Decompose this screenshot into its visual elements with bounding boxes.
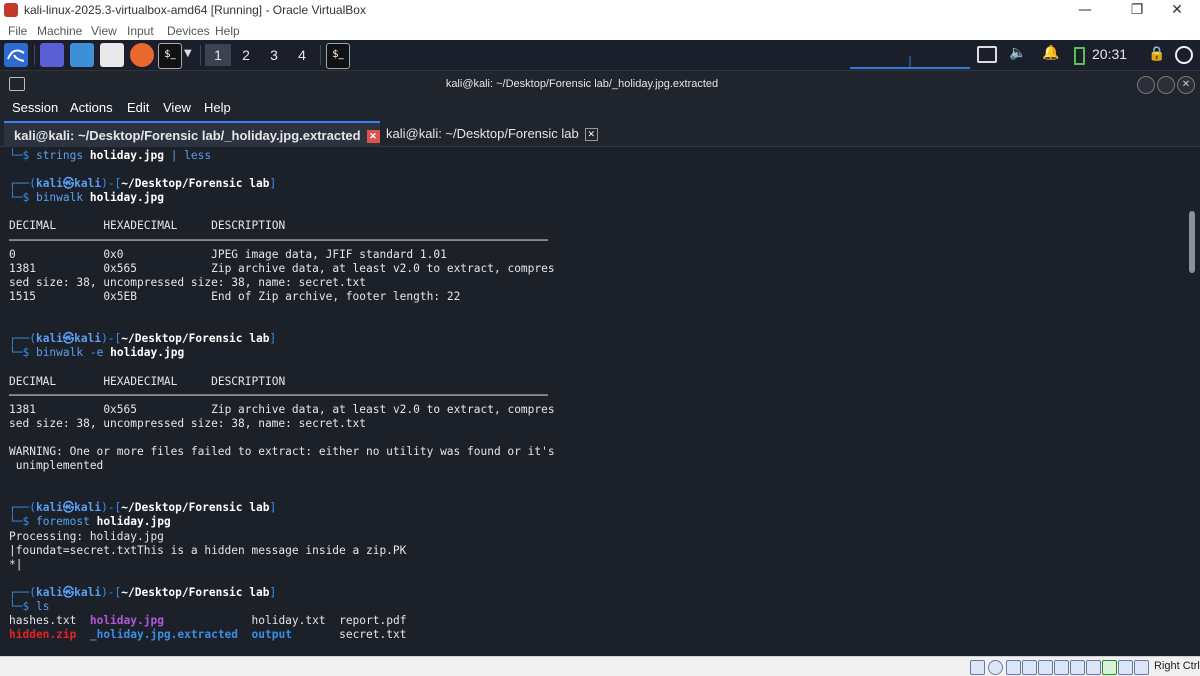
terminal-output[interactable]: └─$ strings holiday.jpg | less ┌──(kali㉿… [0, 147, 1186, 656]
workspace-2[interactable]: 2 [233, 44, 259, 66]
tab-label: kali@kali: ~/Desktop/Forensic lab/_holid… [14, 128, 361, 143]
display-icon[interactable] [977, 46, 997, 63]
display-status-icon[interactable] [1070, 660, 1085, 675]
menu-session[interactable]: Session [12, 100, 58, 115]
hard-disk-icon[interactable] [970, 660, 985, 675]
recording-icon[interactable] [1086, 660, 1101, 675]
terminal-menu-bar: Session Actions Edit View Help [0, 97, 1200, 119]
host-menu-machine[interactable]: Machine [37, 24, 82, 38]
workspace-4[interactable]: 4 [289, 44, 315, 66]
kali-menu-icon[interactable] [4, 43, 28, 67]
terminal-maximize-icon[interactable] [1157, 76, 1175, 94]
network-icon[interactable] [1022, 660, 1037, 675]
host-status-bar: Right Ctrl [0, 656, 1200, 676]
menu-view[interactable]: View [163, 100, 191, 115]
power-icon[interactable] [1175, 46, 1193, 64]
workspace-3[interactable]: 3 [261, 44, 287, 66]
tab-forensic-lab[interactable]: kali@kali: ~/Desktop/Forensic lab ✕ [376, 121, 622, 146]
desktop-panel: $_ ▼ 1 2 3 4 $_ 🔈 🔔 20:31 🔒 [0, 40, 1200, 71]
menu-help[interactable]: Help [204, 100, 231, 115]
notification-bell-icon[interactable]: 🔔 [1042, 45, 1059, 61]
optical-drive-icon[interactable] [988, 660, 1003, 675]
host-menu-input[interactable]: Input [127, 24, 154, 38]
file-manager-icon[interactable] [70, 43, 94, 67]
chevron-down-icon[interactable]: ▼ [184, 48, 192, 59]
desktop-icon[interactable] [40, 43, 64, 67]
host-key-label: Right Ctrl [1154, 660, 1200, 672]
tab-close-icon[interactable]: ✕ [584, 128, 598, 142]
terminal-tab-bar: kali@kali: ~/Desktop/Forensic lab/_holid… [0, 119, 1200, 148]
cpu-graph-icon [850, 56, 970, 69]
host-menu-file[interactable]: File [8, 24, 27, 38]
terminal-close-icon[interactable]: ✕ [1177, 76, 1195, 94]
firefox-icon[interactable] [130, 43, 154, 67]
terminal-window-title: kali@kali: ~/Desktop/Forensic lab/_holid… [445, 78, 719, 90]
scrollbar-thumb[interactable] [1189, 211, 1195, 273]
workspace-1[interactable]: 1 [205, 44, 231, 66]
host-menu-view[interactable]: View [91, 24, 117, 38]
host-menu-bar: File Machine View Input Devices Help [0, 22, 1200, 40]
clock[interactable]: 20:31 [1092, 46, 1127, 62]
host-window-title: kali-linux-2025.3-virtualbox-amd64 [Runn… [24, 3, 366, 17]
lock-icon[interactable]: 🔒 [1148, 46, 1165, 62]
host-menu-devices[interactable]: Devices [167, 24, 210, 38]
host-title-bar: kali-linux-2025.3-virtualbox-amd64 [Runn… [0, 0, 1200, 22]
cpu-activity-icon[interactable] [1102, 660, 1117, 675]
terminal-scrollbar[interactable] [1186, 147, 1200, 656]
shared-folders-icon[interactable] [1054, 660, 1069, 675]
mouse-integration-icon[interactable] [1118, 660, 1133, 675]
terminal-taskbar-icon[interactable]: $_ [326, 43, 350, 69]
terminal-title-bar: kali@kali: ~/Desktop/Forensic lab/_holid… [0, 71, 1200, 97]
host-menu-help[interactable]: Help [215, 24, 240, 38]
usb-icon[interactable] [1038, 660, 1053, 675]
battery-icon[interactable] [1074, 47, 1085, 65]
minimize-icon[interactable]: — [1062, 0, 1108, 22]
terminal-minimize-icon[interactable] [1137, 76, 1155, 94]
text-editor-icon[interactable] [100, 43, 124, 67]
menu-edit[interactable]: Edit [127, 100, 149, 115]
tab-extracted[interactable]: kali@kali: ~/Desktop/Forensic lab/_holid… [4, 121, 380, 148]
virtualbox-icon [4, 3, 18, 17]
close-icon[interactable]: ✕ [1154, 0, 1200, 22]
menu-actions[interactable]: Actions [70, 100, 113, 115]
keyboard-icon[interactable] [1134, 660, 1149, 675]
volume-icon[interactable]: 🔈 [1009, 45, 1026, 61]
terminal-launcher-icon[interactable]: $_ [158, 43, 182, 69]
tab-label: kali@kali: ~/Desktop/Forensic lab [386, 126, 579, 141]
audio-icon[interactable] [1006, 660, 1021, 675]
